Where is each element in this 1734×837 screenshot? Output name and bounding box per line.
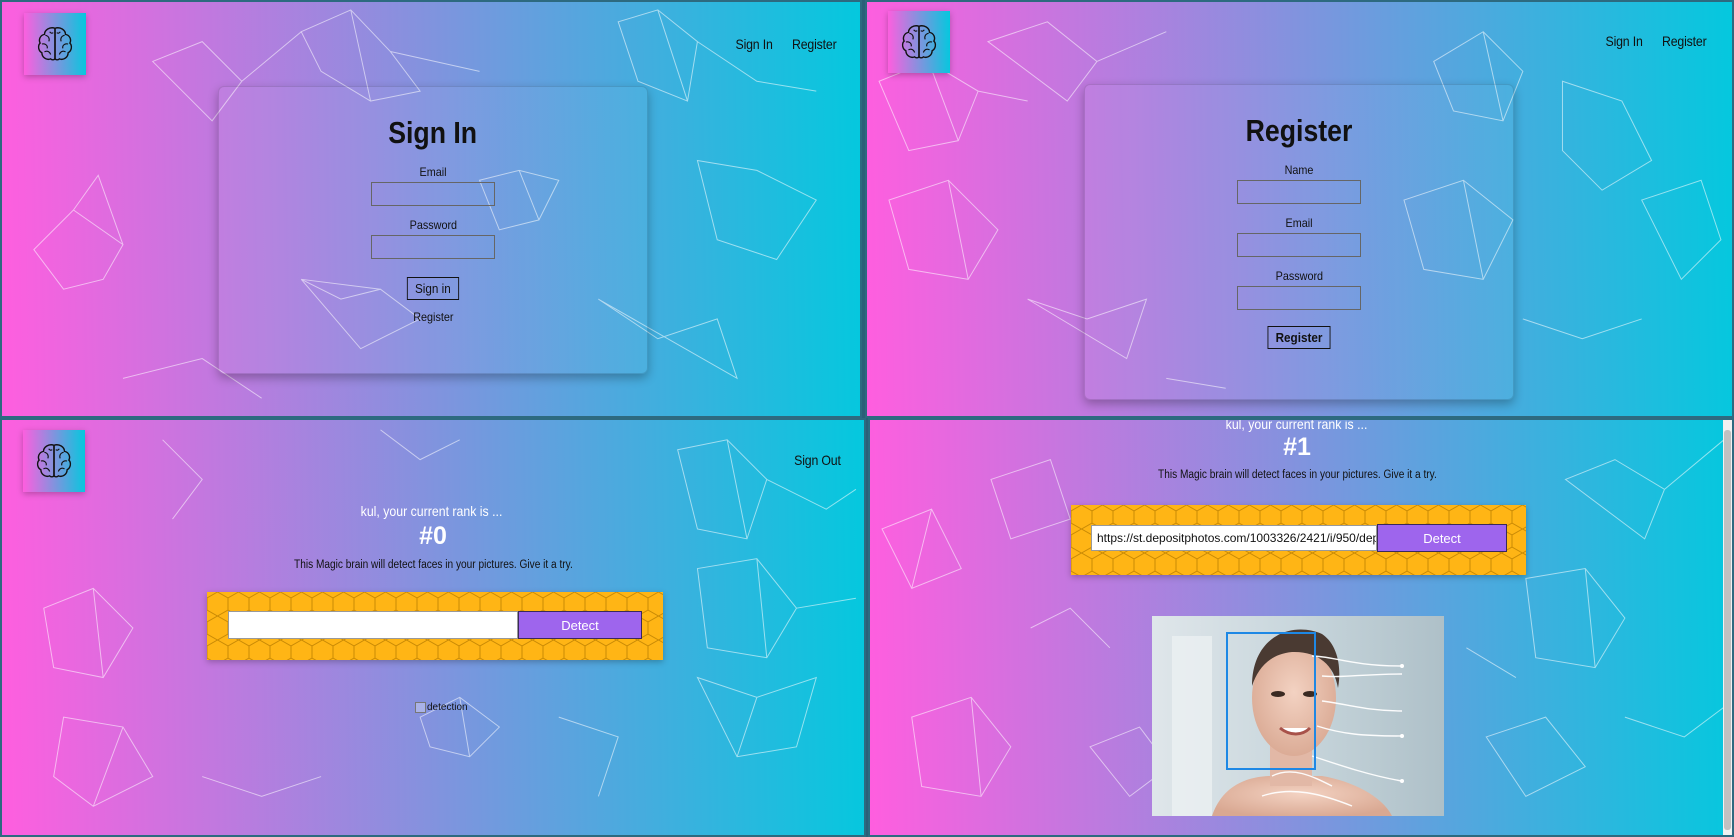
nav-register-link[interactable]: Register [1663, 33, 1708, 49]
email-field[interactable] [1237, 233, 1361, 257]
logo[interactable] [888, 11, 950, 73]
register-screen: Sign In Register Register Name Email Pas… [865, 0, 1734, 418]
rank-value: #0 [419, 522, 447, 550]
top-nav: Sign In Register [733, 36, 840, 52]
register-card: Register Name Email Password Register [1084, 84, 1514, 400]
image-alt-text: detection [427, 702, 468, 713]
scrollbar[interactable] [1723, 420, 1732, 835]
image-url-input[interactable] [228, 611, 518, 639]
brain-icon [33, 440, 75, 482]
rank-value-wrap: #0 [2, 522, 864, 551]
result-image: detection [415, 702, 468, 713]
info-wrap: This Magic brain will detect faces in yo… [2, 555, 864, 573]
signin-card: Sign In Email Password Sign in Register [218, 86, 648, 374]
nav-signout-link[interactable]: Sign Out [794, 452, 841, 468]
url-form: Detect [207, 592, 663, 660]
nav-signin-link[interactable]: Sign In [1606, 33, 1643, 49]
password-field[interactable] [1237, 286, 1361, 310]
scroll-thumb[interactable] [1724, 430, 1731, 830]
face-photo [1152, 616, 1444, 816]
logo[interactable] [24, 13, 86, 75]
signin-screen: Sign In Register Sign In Email Password … [0, 0, 862, 418]
page-title: Register [1245, 113, 1353, 148]
info-text: This Magic brain will detect faces in yo… [1157, 469, 1437, 481]
register-button[interactable]: Register [1267, 326, 1331, 349]
rank-text: kul, your current rank is ... [1226, 418, 1368, 432]
email-field[interactable] [371, 182, 495, 206]
face-bounding-box [1226, 632, 1316, 770]
rank-value: #1 [1283, 433, 1311, 461]
home-detected-screen: kul, your current rank is ... #1 This Ma… [868, 418, 1734, 837]
brain-icon [34, 23, 76, 65]
top-nav: Sign Out [791, 452, 844, 468]
top-nav: Sign In Register [1603, 33, 1710, 49]
nav-signin-link[interactable]: Sign In [736, 36, 773, 52]
password-field[interactable] [371, 235, 495, 259]
image-url-input[interactable]: https://st.depositphotos.com/1003326/242… [1091, 525, 1377, 551]
name-field[interactable] [1237, 180, 1361, 204]
detect-button[interactable]: Detect [518, 611, 642, 639]
password-label: Password [1275, 269, 1323, 283]
register-link[interactable]: Register [413, 310, 453, 324]
info-text: This Magic brain will detect faces in yo… [293, 559, 573, 571]
rank-value-wrap: #1 [870, 433, 1728, 462]
brain-icon [898, 21, 940, 63]
rank-text: kul, your current rank is ... [361, 503, 503, 519]
password-label: Password [409, 218, 457, 232]
name-label: Name [1284, 163, 1314, 177]
url-form: https://st.depositphotos.com/1003326/242… [1071, 505, 1526, 575]
signin-button[interactable]: Sign in [407, 277, 459, 300]
nav-register-link[interactable]: Register [793, 36, 838, 52]
rank-message: kul, your current rank is ... [2, 503, 863, 521]
logo[interactable] [23, 430, 85, 492]
rank-message: kul, your current rank is ... [870, 418, 1728, 434]
email-label: Email [419, 165, 447, 179]
detect-button[interactable]: Detect [1377, 524, 1507, 552]
info-wrap: This Magic brain will detect faces in yo… [870, 465, 1728, 483]
home-empty-screen: Sign Out kul, your current rank is ... #… [0, 418, 866, 837]
page-title: Sign In [388, 115, 478, 150]
broken-image-icon [415, 702, 426, 713]
email-label: Email [1285, 216, 1313, 230]
